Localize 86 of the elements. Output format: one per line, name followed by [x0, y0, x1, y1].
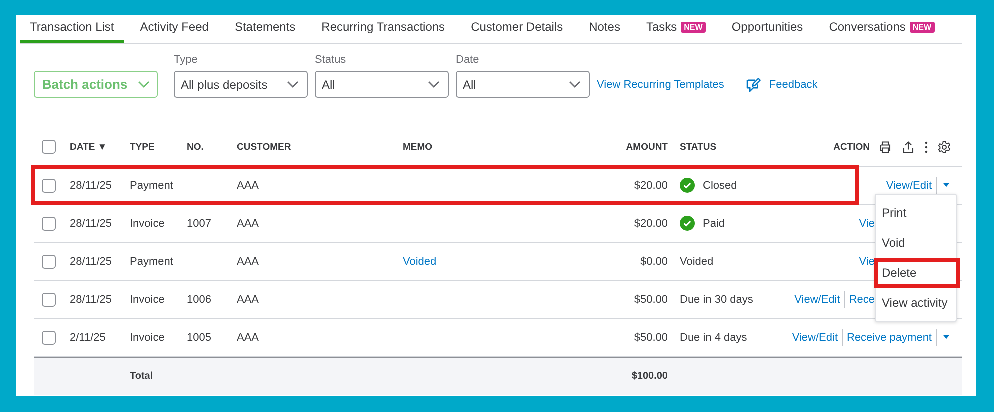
action-link[interactable]: View/Edit [886, 180, 932, 192]
column-header: STATUS [679, 142, 718, 152]
date-cell: 28/11/25 [70, 256, 112, 268]
action-link[interactable]: Vie [859, 218, 875, 230]
column-header: ACTION [834, 142, 870, 152]
menu-item[interactable]: View activity [876, 288, 956, 318]
row-checkbox[interactable] [42, 178, 56, 192]
number-cell: 1007 [187, 218, 212, 230]
tab[interactable]: Activity Feed [130, 20, 219, 43]
feedback-link[interactable]: Feedback [769, 79, 818, 91]
export-icon[interactable] [901, 140, 916, 154]
menu-item[interactable]: Void [876, 228, 956, 258]
menu-item[interactable]: Print [876, 198, 956, 228]
customer-cell: AAA [237, 218, 260, 230]
chevron-icon [428, 80, 440, 88]
memo-cell: Voided [403, 256, 437, 268]
tab[interactable]: Opportunities [722, 20, 814, 43]
customer-cell: AAA [237, 294, 260, 306]
date-cell: 28/11/25 [70, 180, 112, 192]
number-cell: 1006 [187, 294, 212, 306]
filter-dropdown[interactable]: All plus deposits [174, 71, 308, 98]
column-header: MEMO [403, 142, 434, 152]
filter-label: Status [315, 54, 348, 66]
type-cell: Invoice [130, 294, 165, 306]
tab[interactable]: Statements [224, 20, 306, 43]
status-cell: Voided [680, 256, 714, 268]
action-link[interactable]: Rece [849, 294, 875, 306]
customer-cell: AAA [237, 256, 260, 268]
status-cell: Due in 4 days [680, 332, 748, 344]
print-icon[interactable] [878, 140, 893, 154]
column-header: NO. [187, 142, 205, 152]
new-badge: NEW [681, 22, 706, 32]
action-link[interactable]: Receive payment [847, 332, 932, 344]
customer-cell: AAA [237, 332, 260, 344]
filter-label: Type [174, 54, 199, 66]
chevron-icon [287, 80, 299, 88]
menu-item[interactable]: Delete [874, 258, 960, 288]
type-cell: Payment [130, 180, 174, 192]
settings-icon[interactable] [937, 140, 952, 154]
action-link[interactable]: Vie [859, 256, 875, 268]
column-header: CUSTOMER [237, 142, 292, 152]
amount-cell: $0.00 [640, 256, 668, 268]
row-checkbox[interactable] [42, 216, 56, 230]
column-header: DATE ▼ [70, 142, 108, 152]
amount-cell: $20.00 [634, 180, 668, 192]
column-header: AMOUNT [625, 142, 668, 152]
tab[interactable]: Tasks NEW [636, 20, 716, 43]
status-cell: Due in 30 days [680, 294, 754, 306]
feedback-icon[interactable] [745, 77, 762, 94]
row-checkbox[interactable] [42, 330, 56, 344]
amount-cell: $50.00 [634, 294, 668, 306]
chevron-icon [569, 80, 581, 88]
date-cell: 2/11/25 [70, 332, 106, 344]
column-header: TYPE [130, 142, 156, 152]
type-cell: Payment [130, 256, 174, 268]
amount-cell: $20.00 [634, 218, 668, 230]
date-cell: 28/11/25 [70, 294, 112, 306]
total-label: Total [130, 371, 154, 382]
filter-dropdown[interactable]: All [315, 71, 449, 98]
more-icon[interactable] [924, 140, 929, 154]
type-cell: Invoice [130, 218, 165, 230]
tab[interactable]: Recurring Transactions [312, 20, 456, 43]
select-all-checkbox[interactable] [42, 140, 56, 154]
action-link[interactable]: View/Edit [792, 332, 838, 344]
tab[interactable]: Conversations NEW [819, 20, 945, 43]
caret-icon[interactable] [943, 335, 950, 340]
date-cell: 28/11/25 [70, 218, 112, 230]
filter-dropdown[interactable]: All [456, 71, 590, 98]
status-cell: Paid [703, 218, 726, 230]
recurring-templates-link[interactable]: View Recurring Templates [597, 79, 724, 91]
number-cell: 1005 [187, 332, 212, 344]
amount-cell: $50.00 [634, 332, 668, 344]
filter-label: Date [456, 54, 480, 66]
caret-icon[interactable] [943, 183, 950, 188]
customer-cell: AAA [237, 180, 260, 192]
action-link[interactable]: View/Edit [794, 294, 840, 306]
status-cell: Closed [703, 180, 738, 192]
new-badge: NEW [910, 22, 935, 32]
tab[interactable]: Transaction List [20, 20, 124, 43]
type-cell: Invoice [130, 332, 165, 344]
row-checkbox[interactable] [42, 254, 56, 268]
row-checkbox[interactable] [42, 292, 56, 306]
tab[interactable]: Customer Details [461, 20, 574, 43]
chevron-icon [138, 80, 150, 88]
total-amount: $100.00 [632, 371, 668, 382]
tab[interactable]: Notes [579, 20, 630, 43]
